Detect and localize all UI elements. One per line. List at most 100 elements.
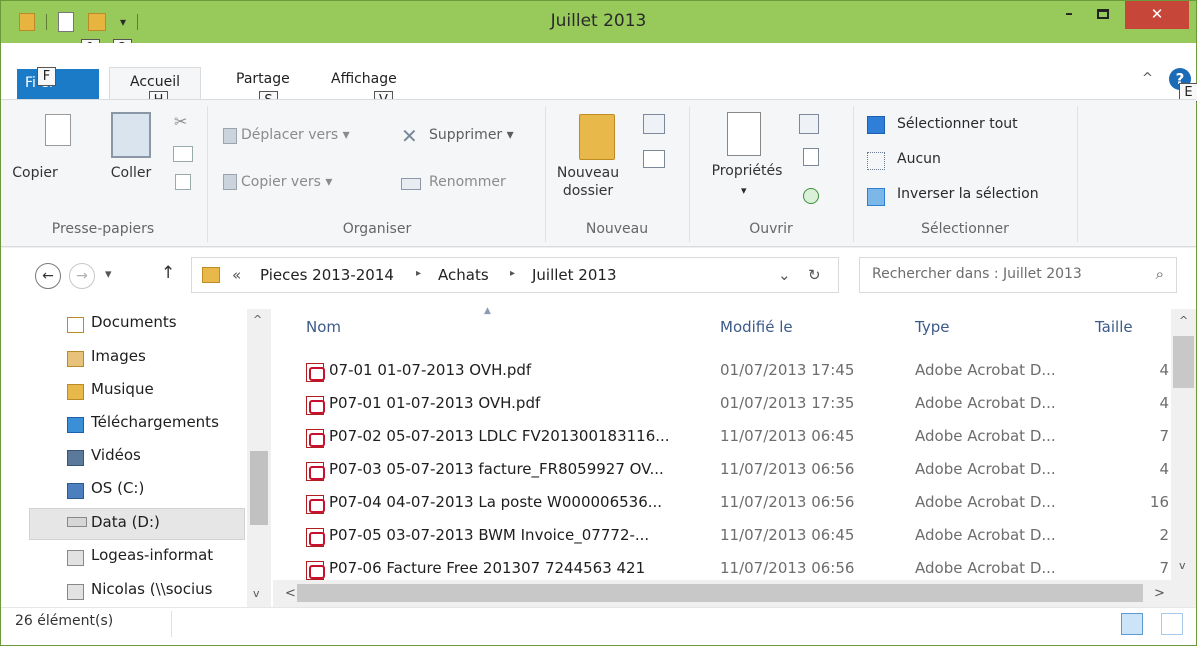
file-size-cell: 7 [1159,559,1169,577]
file-scroll-left-icon[interactable]: < [285,586,296,601]
select-all-icon [867,116,885,134]
delete-button[interactable]: Supprimer ▾ [429,127,514,143]
paste-shortcut-icon[interactable] [175,174,191,190]
file-modified-cell: 11/07/2013 06:56 [720,460,855,478]
tab-view[interactable]: Affichage [331,71,397,87]
column-header-size[interactable]: Taille [1095,318,1133,336]
file-scroll-up-icon[interactable]: ^ [1179,314,1188,327]
up-button[interactable]: ↑ [161,263,175,283]
maximize-button[interactable] [1090,1,1116,25]
select-none-icon [867,152,885,170]
file-type-cell: Adobe Acrobat D... [915,493,1056,511]
group-label-open: Ouvrir [749,221,793,237]
close-button[interactable]: ✕ [1125,1,1189,29]
file-type-cell: Adobe Acrobat D... [915,559,1056,577]
breadcrumb-separator-icon[interactable]: ▸ [510,268,515,279]
nav-item-network-nicolas[interactable]: Nicolas (\\socius [91,580,241,598]
file-scroll-down-icon[interactable]: v [1179,559,1186,572]
details-view-button[interactable] [1121,613,1143,635]
copy-icon [45,114,71,146]
column-header-modified[interactable]: Modifié le [720,318,793,336]
file-type-cell: Adobe Acrobat D... [915,526,1056,544]
minimize-button[interactable]: – [1056,1,1082,25]
recent-locations-chevron-icon[interactable]: ▾ [105,267,112,282]
nav-pane-scroll-thumb[interactable] [250,451,268,525]
pdf-file-icon [306,429,325,448]
cut-icon[interactable]: ✂ [174,112,187,131]
file-list-vertical-scroll-thumb[interactable] [1173,336,1194,388]
copy-path-icon[interactable] [173,146,193,162]
item-count: 26 élément(s) [15,613,114,629]
properties-button[interactable]: Propriétés [701,162,793,180]
file-scroll-right-icon[interactable]: > [1154,586,1165,601]
file-list-horizontal-scroll-thumb[interactable] [297,584,1143,602]
breadcrumb-item[interactable]: Juillet 2013 [532,266,617,284]
chevron-down-icon: ▾ [741,184,747,197]
nav-scroll-down-icon[interactable]: v [253,587,260,600]
breadcrumb-item[interactable]: Achats [438,266,489,284]
breadcrumb-separator-icon[interactable]: ▸ [416,268,421,279]
file-type-cell: Adobe Acrobat D... [915,427,1056,445]
group-divider [545,106,546,242]
group-divider [853,106,854,242]
forward-button[interactable]: → [69,263,95,289]
documents-icon [67,317,84,333]
address-history-chevron-icon[interactable]: ⌄ [778,266,791,284]
rename-button[interactable]: Renommer [429,174,506,190]
search-icon[interactable]: ⌕ [1156,265,1164,283]
nav-scroll-up-icon[interactable]: ^ [253,313,262,326]
open-icon[interactable] [799,114,819,134]
column-header-name[interactable]: Nom [306,318,341,336]
explorer-window: ▾ Juillet 2013 – ✕ 1 2 Fi er F Accueil H… [0,0,1197,646]
file-modified-cell: 01/07/2013 17:35 [720,394,855,412]
file-name-cell: 07-01 01-07-2013 OVH.pdf [329,361,532,379]
pdf-file-icon [306,396,325,415]
address-bar[interactable]: « Pieces 2013-2014 ▸ Achats ▸ Juillet 20… [191,257,839,293]
new-folder-button[interactable]: Nouveau dossier [553,164,623,200]
file-type-cell: Adobe Acrobat D... [915,361,1056,379]
sort-ascending-icon: ▲ [484,306,491,316]
select-none-button[interactable]: Aucun [897,151,941,167]
easy-access-icon[interactable] [643,150,665,168]
large-icons-view-button[interactable] [1161,613,1183,635]
breadcrumb-item[interactable]: Pieces 2013-2014 [260,266,394,284]
column-header-type[interactable]: Type [915,318,949,336]
search-input[interactable]: Rechercher dans : Juillet 2013 [872,266,1082,282]
pictures-icon [67,351,84,367]
select-all-button[interactable]: Sélectionner tout [897,116,1018,132]
new-item-icon[interactable] [643,114,665,134]
title-bar[interactable]: ▾ Juillet 2013 – ✕ [1,1,1196,43]
copy-button[interactable]: Copier [5,164,65,182]
edit-icon[interactable] [803,148,819,166]
network-drive-disconnected-icon [67,584,84,600]
tab-share[interactable]: Partage [236,71,290,87]
back-button[interactable]: ← [35,263,61,289]
copy-to-label: Copier vers [241,174,321,190]
file-size-cell: 4 [1159,460,1169,478]
delete-label: Supprimer [429,127,503,143]
nav-item-downloads[interactable]: Téléchargements [91,413,247,431]
tab-file[interactable]: Fi er [17,69,99,99]
invert-selection-button[interactable]: Inverser la sélection [897,186,1039,202]
move-to-button[interactable]: Déplacer vers ▾ [241,127,350,143]
properties-icon [727,112,761,156]
downloads-icon [67,417,84,433]
file-size-cell: 16 [1149,493,1169,511]
search-box[interactable]: Rechercher dans : Juillet 2013 ⌕ [859,257,1177,293]
pdf-file-icon [306,462,325,481]
collapse-ribbon-chevron-icon[interactable]: ^ [1142,71,1153,86]
breadcrumb-overflow[interactable]: « [232,266,241,284]
file-size-cell: 2 [1159,526,1169,544]
ribbon-panel: Copier Coller ✂ Presse-papiers Déplacer … [1,99,1196,247]
paste-button[interactable]: Coller [105,164,157,182]
group-divider [1077,106,1078,242]
window-title: Juillet 2013 [550,11,647,31]
file-name-cell: P07-03 05-07-2013 facture_FR8059927 OV..… [329,460,664,478]
new-folder-icon [579,114,615,160]
status-bar [1,607,1196,645]
file-name-cell: P07-06 Facture Free 201307 7244563 421 [329,559,646,577]
refresh-icon[interactable]: ↻ [808,266,821,284]
copy-to-button[interactable]: Copier vers ▾ [241,174,332,190]
paste-icon [111,112,151,158]
history-icon[interactable] [803,188,819,204]
